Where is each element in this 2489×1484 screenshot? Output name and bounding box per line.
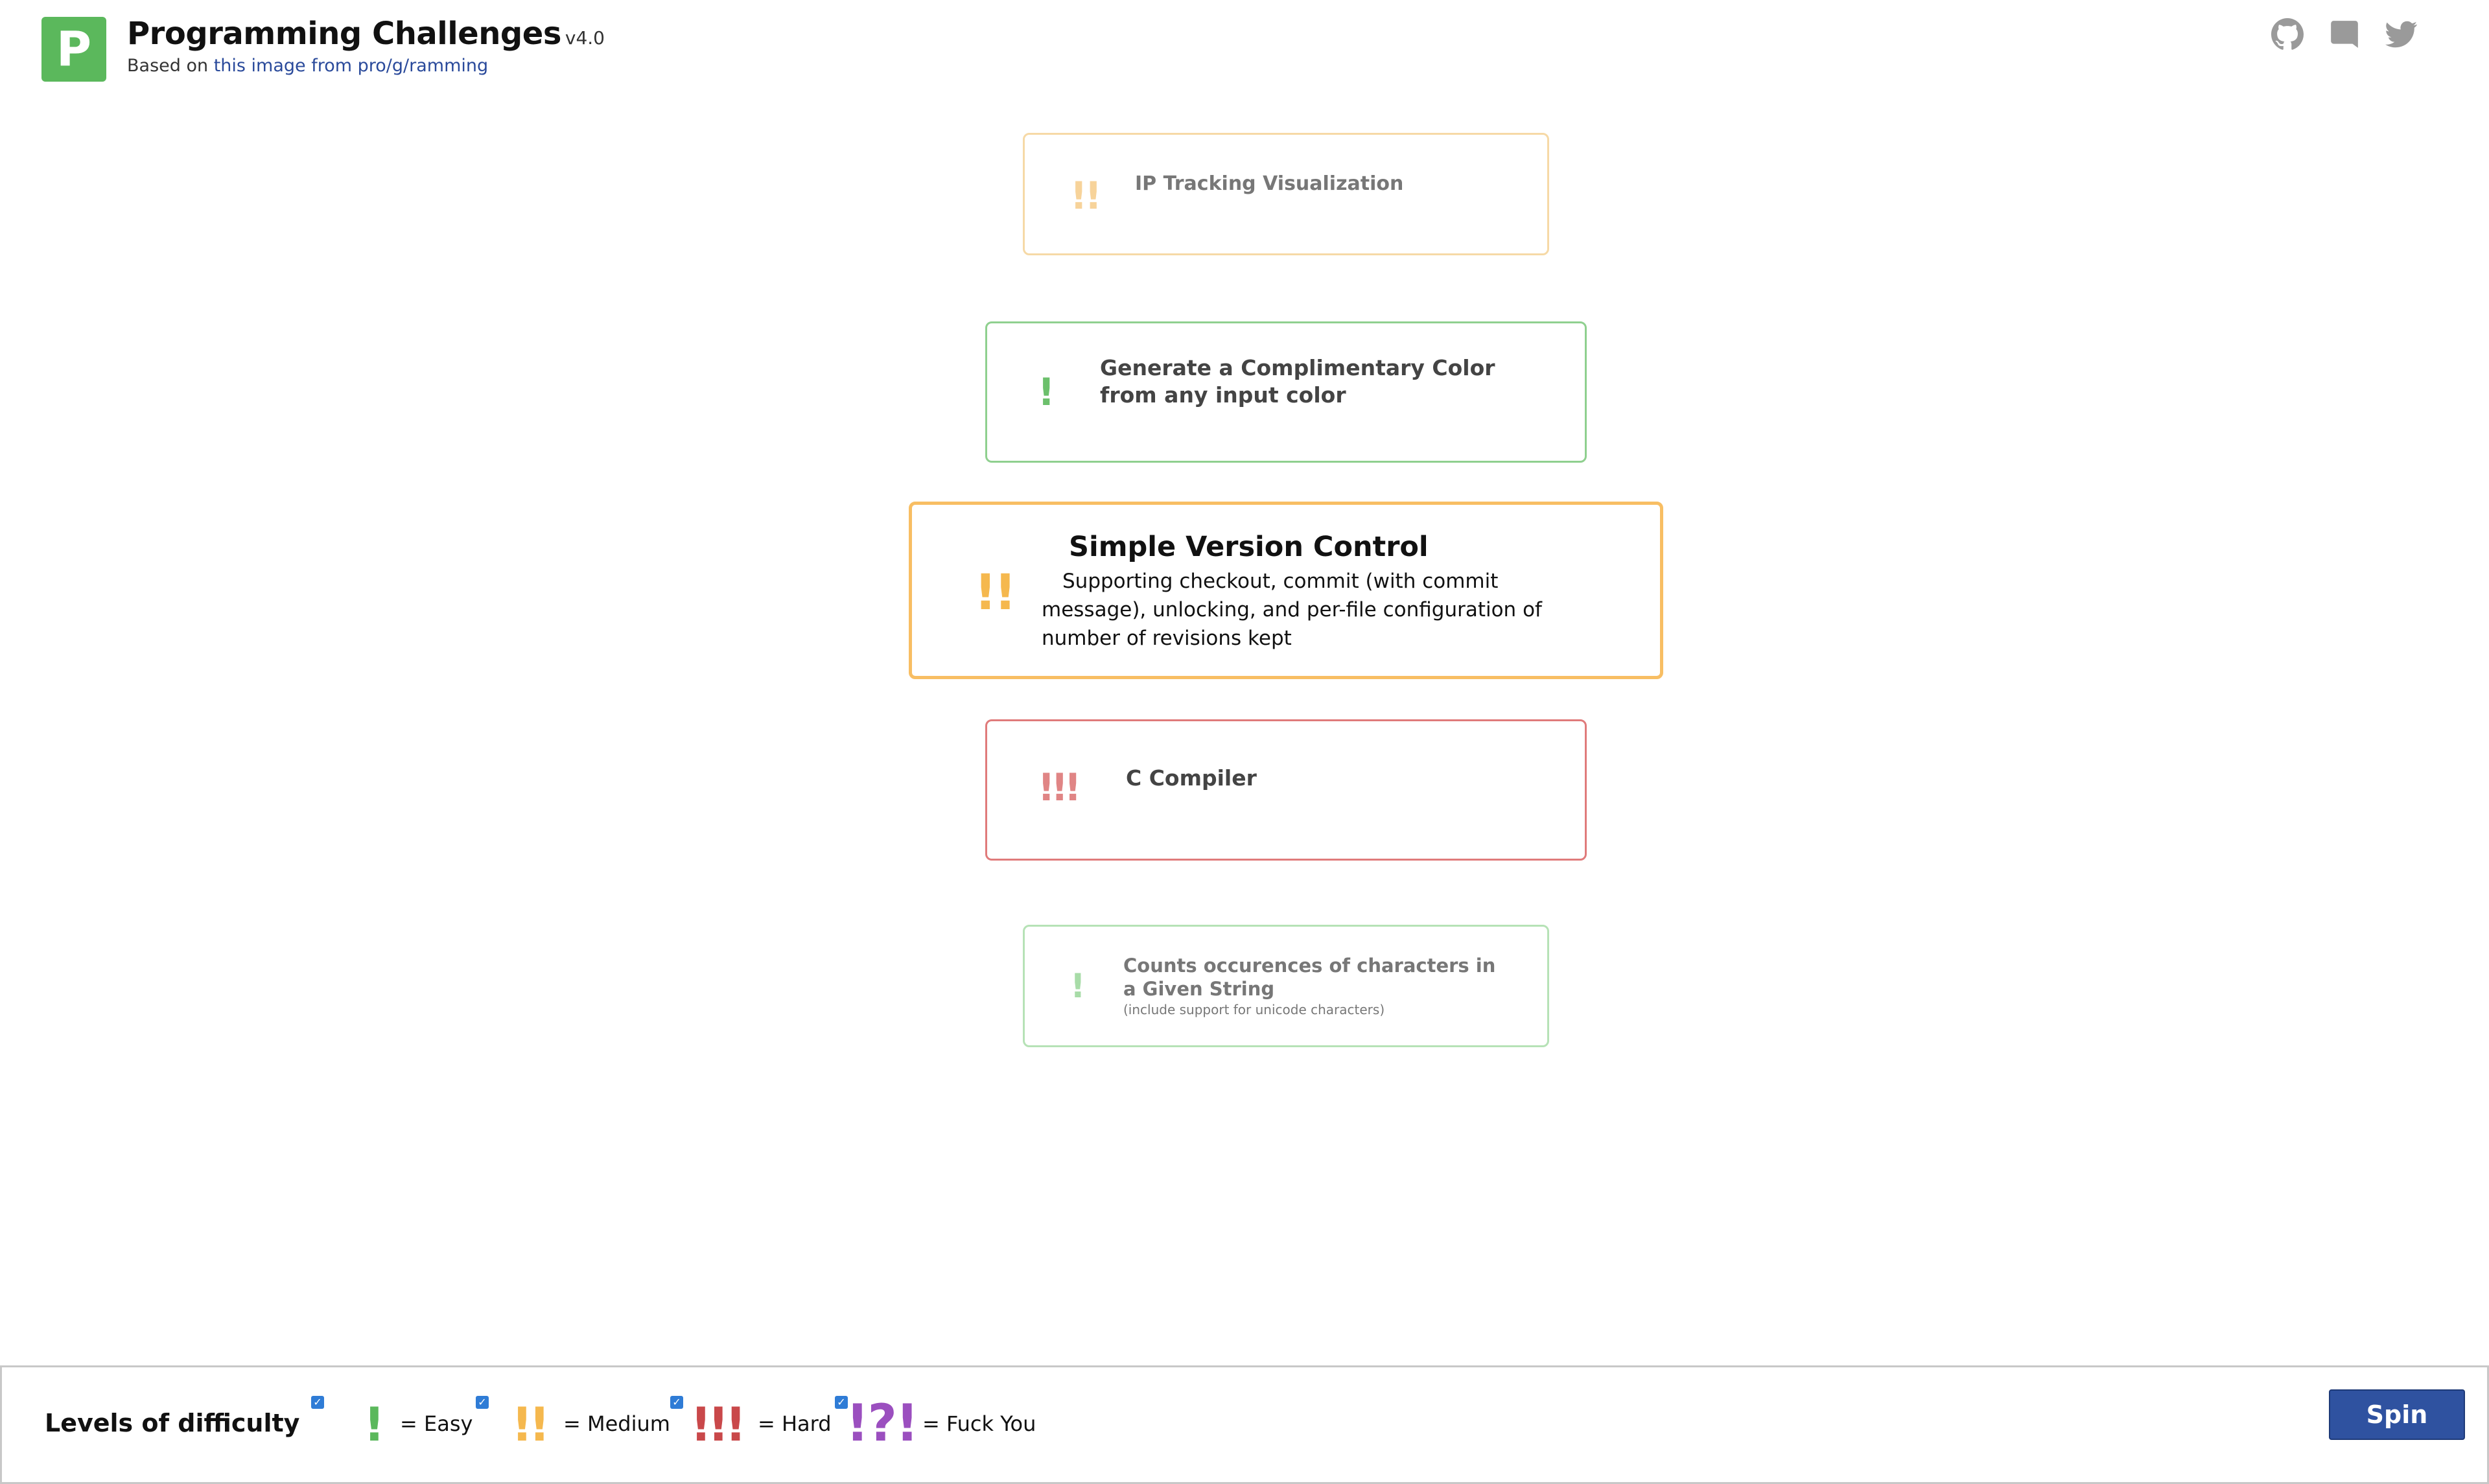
fuck-you-label: = Fuck You bbox=[922, 1411, 1036, 1436]
easy-label: = Easy bbox=[400, 1411, 473, 1436]
discord-icon[interactable] bbox=[2328, 18, 2361, 51]
difficulty-medium-icon: !! bbox=[974, 563, 1016, 621]
difficulty-medium-icon: !! bbox=[1070, 174, 1102, 218]
app-title: Programming Challenges bbox=[127, 16, 561, 52]
challenge-title: IP Tracking Visualization bbox=[1135, 172, 1404, 195]
challenge-title: Generate a Complimentary Color from any … bbox=[1100, 355, 1495, 408]
medium-mark-icon: !! bbox=[511, 1397, 550, 1452]
subtitle-prefix: Based on bbox=[127, 56, 214, 76]
easy-checkbox[interactable]: ✓ bbox=[311, 1396, 324, 1409]
challenge-card-selected: !! Simple Version Control Supporting che… bbox=[909, 502, 1663, 679]
challenge-card: ! Counts occurences of characters in a G… bbox=[1023, 925, 1549, 1047]
header-title-block: Programming Challenges v4.0 Based on this… bbox=[127, 16, 605, 76]
github-icon[interactable] bbox=[2271, 18, 2304, 51]
subtitle: Based on this image from pro/g/ramming bbox=[127, 56, 605, 76]
social-links bbox=[2271, 18, 2418, 51]
challenge-description: (include support for unicode characters) bbox=[1123, 1002, 1385, 1017]
hard-checkbox[interactable]: ✓ bbox=[670, 1396, 683, 1409]
challenge-title: Simple Version Control bbox=[1069, 531, 1429, 563]
challenge-description: Supporting checkout, commit (with commit… bbox=[1042, 570, 1542, 650]
challenge-card: !! IP Tracking Visualization bbox=[1023, 133, 1549, 255]
medium-label: = Medium bbox=[563, 1411, 670, 1436]
hard-label: = Hard bbox=[758, 1411, 832, 1436]
source-image-link[interactable]: this image from pro/g/ramming bbox=[214, 56, 488, 76]
app-logo: P bbox=[41, 17, 106, 82]
version-label: v4.0 bbox=[565, 27, 605, 49]
easy-mark-icon: ! bbox=[364, 1397, 385, 1452]
challenge-card: !!! C Compiler bbox=[985, 719, 1587, 861]
levels-label: Levels of difficulty bbox=[45, 1409, 300, 1437]
hard-mark-icon: !!! bbox=[690, 1397, 746, 1452]
app-title-line: Programming Challenges v4.0 bbox=[127, 16, 605, 52]
fuck-you-mark-icon: !?! bbox=[846, 1395, 918, 1453]
difficulty-footer: Levels of difficulty ✓ ! = Easy ✓ !! = M… bbox=[0, 1365, 2489, 1484]
challenge-card: ! Generate a Complimentary Color from an… bbox=[985, 321, 1587, 463]
challenge-title: C Compiler bbox=[1126, 765, 1257, 791]
twitter-icon[interactable] bbox=[2385, 18, 2418, 51]
difficulty-hard-icon: !!! bbox=[1038, 765, 1081, 809]
difficulty-easy-icon: ! bbox=[1070, 967, 1086, 1006]
difficulty-easy-icon: ! bbox=[1038, 370, 1055, 414]
challenge-title: Counts occurences of characters in a Giv… bbox=[1123, 955, 1496, 1000]
medium-checkbox[interactable]: ✓ bbox=[476, 1396, 489, 1409]
spin-button[interactable]: Spin bbox=[2329, 1389, 2465, 1440]
